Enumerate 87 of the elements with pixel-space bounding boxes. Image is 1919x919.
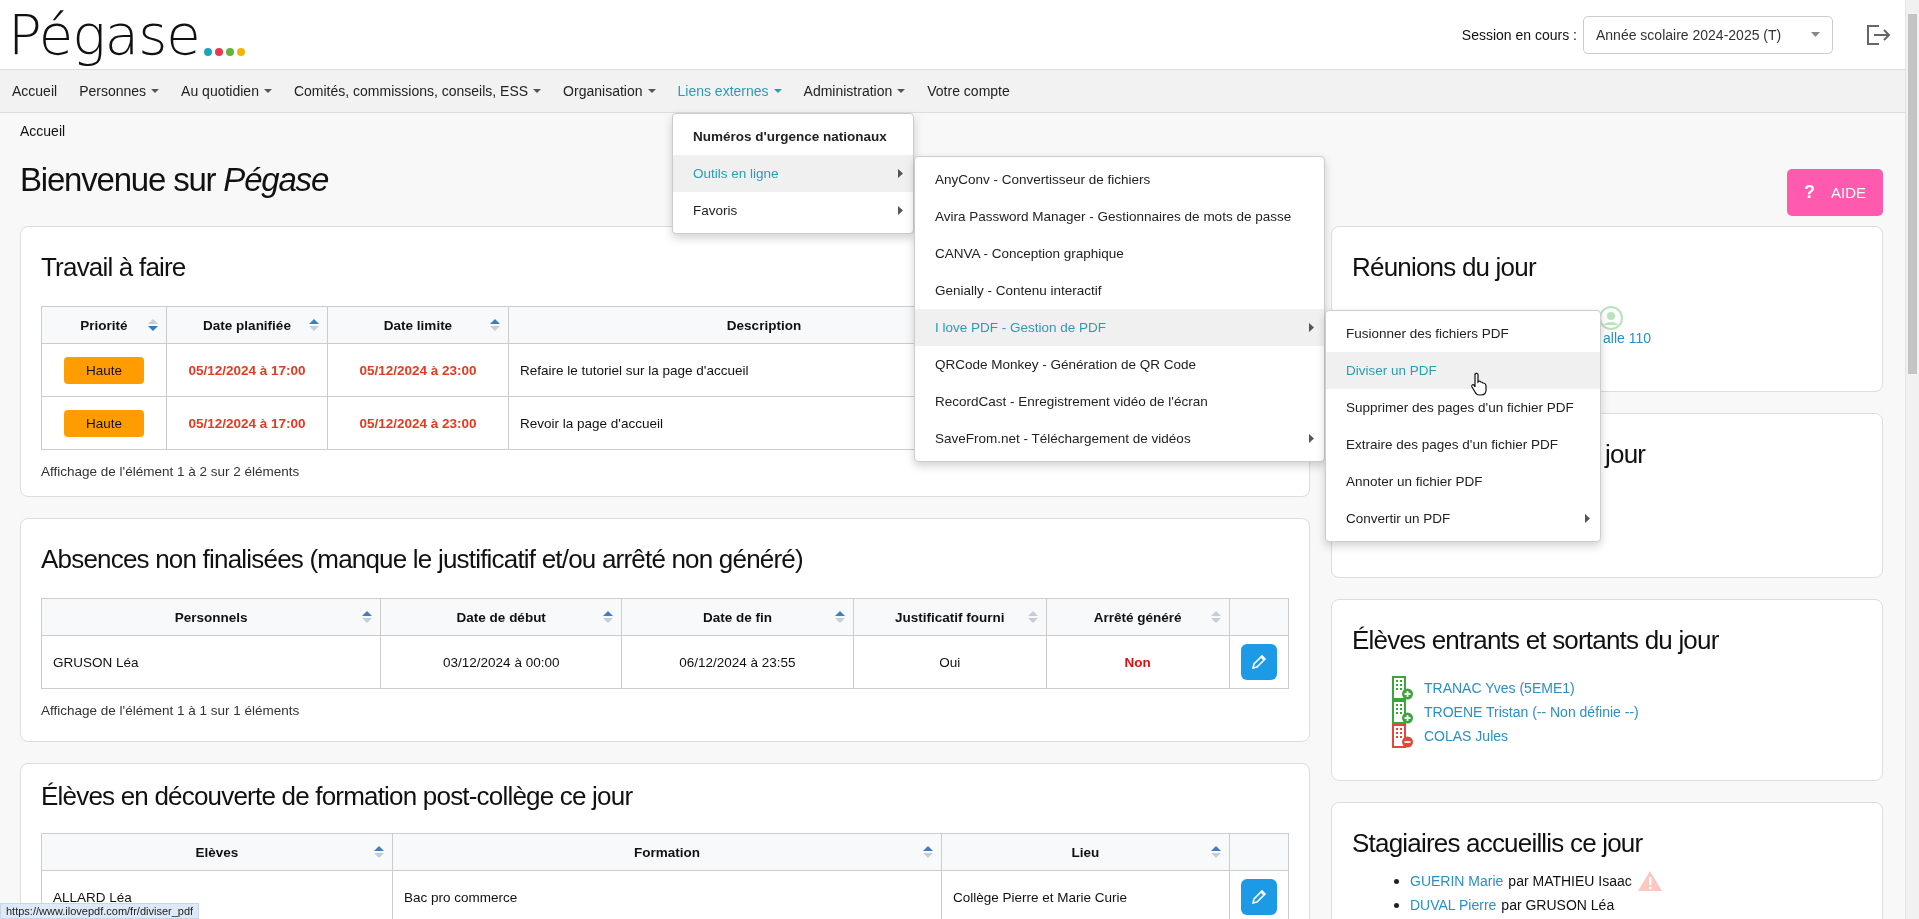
table-cell: Oui [853, 635, 1046, 689]
column-header[interactable]: Date de début [380, 598, 622, 636]
nav-menu-item[interactable]: Comités, commissions, conseils, ESS [282, 83, 553, 99]
meeting-link[interactable]: alle 110 [1603, 330, 1651, 346]
student-link[interactable]: TROENE Tristan (-- Non définie --) [1424, 704, 1639, 720]
table-info: Affichage de l'élément 1 à 2 sur 2 éléments [41, 464, 301, 479]
sort-icon[interactable] [374, 846, 384, 858]
status-bar: https://www.ilovepdf.com/fr/diviser_pdf [0, 903, 200, 919]
table-cell: GRUSON Léa [41, 635, 381, 689]
nav-menu-item[interactable]: Votre compte [916, 83, 1021, 99]
pencil-icon [1250, 888, 1268, 906]
building-minus-icon [1392, 724, 1414, 748]
student-link[interactable]: TRANAC Yves (5EME1) [1424, 680, 1575, 696]
nav-menu-item[interactable]: Personnes [68, 83, 171, 99]
priority-badge: Haute [64, 356, 144, 384]
column-header[interactable]: Elèves [41, 833, 393, 871]
tutor-text: par GRUSON Léa [1501, 897, 1615, 913]
menu-item[interactable]: Annoter un fichier PDF [1326, 463, 1600, 500]
logo-dots-icon [202, 46, 247, 57]
nav-menu-item[interactable]: Organisation [552, 83, 667, 99]
sort-icon[interactable] [923, 846, 933, 858]
card-title: Stagiaires accueillis ce jour [1352, 827, 1643, 860]
column-header[interactable]: Lieu [941, 833, 1230, 871]
column-header[interactable]: Date de fin [621, 598, 854, 636]
column-header[interactable]: Personnels [41, 598, 381, 636]
card-title: Travail à faire [41, 251, 186, 284]
column-header[interactable]: Arrêté généré [1046, 598, 1230, 636]
menu-item[interactable]: Extraire des pages d'un fichier PDF [1326, 426, 1600, 463]
sort-icon[interactable] [1211, 846, 1221, 858]
menu-item[interactable]: Genially - Contenu interactif [915, 272, 1324, 309]
menu-item[interactable]: CANVA - Conception graphique [915, 235, 1324, 272]
card-title: Absences non finalisées (manque le justificatif et/ou arrêté non généré) [41, 543, 803, 576]
sort-icon[interactable] [834, 611, 845, 623]
building-plus-icon [1392, 676, 1414, 700]
priority-badge: Haute [64, 409, 144, 437]
user-icon [1599, 306, 1623, 330]
logout-icon[interactable] [1865, 22, 1891, 47]
table-cell: 05/12/2024 à 23:00 [327, 396, 509, 450]
column-header[interactable]: Priorité [41, 306, 167, 344]
table-info: Affichage de l'élément 1 à 1 sur 1 éléments [41, 703, 301, 718]
page-title: Bienvenue sur Pégase [20, 161, 329, 199]
table-cell: 05/12/2024 à 17:00 [166, 396, 328, 450]
nav-menu-item[interactable]: Accueil [1, 83, 69, 99]
bullet-icon [1394, 902, 1399, 908]
column-header[interactable]: Date limite [327, 306, 509, 344]
table-cell: Non [1046, 635, 1230, 689]
sort-icon[interactable] [490, 319, 500, 331]
sort-icon[interactable] [362, 611, 373, 623]
caret-icon [1811, 32, 1820, 37]
column-header[interactable]: Date planifiée [166, 306, 328, 344]
trainee-link[interactable]: GUERIN Marie [1410, 873, 1504, 889]
edit-button[interactable] [1241, 879, 1277, 915]
sort-icon[interactable] [148, 319, 158, 331]
scrollbar[interactable] [1905, 0, 1919, 919]
sort-icon[interactable] [309, 319, 319, 331]
menu-item[interactable]: Avira Password Manager - Gestionnaires de mots de passe [915, 198, 1324, 235]
session-select[interactable]: Année scolaire 2024-2025 (T) [1583, 15, 1833, 54]
bullet-icon [1394, 878, 1399, 884]
logo: Pégase [8, 2, 200, 67]
column-header[interactable]: Justificatif fourni [853, 598, 1046, 636]
menu-item[interactable]: Favoris [673, 192, 913, 229]
trainee-link[interactable]: DUVAL Pierre [1410, 897, 1497, 913]
column-header[interactable]: Formation [392, 833, 942, 871]
nav-menu-item[interactable]: Administration [792, 83, 917, 99]
pencil-icon [1249, 653, 1268, 671]
menu-item[interactable]: AnyConv - Convertisseur de fichiers [915, 161, 1324, 198]
table-cell: 03/12/2024 à 00:00 [380, 635, 622, 689]
card-title: jour [1605, 438, 1646, 471]
card-title: Élèves entrants et sortants du jour [1352, 624, 1719, 657]
card-title: Réunions du jour [1352, 251, 1536, 284]
card-title: Élèves en découverte de formation post-collège ce jour [41, 780, 633, 813]
session-label: Session en cours : [1461, 26, 1577, 43]
edit-button[interactable] [1240, 644, 1277, 680]
tutor-text: par MATHIEU Isaac [1508, 873, 1632, 889]
hand-cursor-icon [1470, 372, 1488, 396]
breadcrumb[interactable]: Accueil [20, 123, 66, 149]
table-cell: 05/12/2024 à 23:00 [327, 343, 509, 397]
nav-menu-item[interactable]: Au quotidien [170, 83, 283, 99]
menu-item[interactable]: Numéros d'urgence nationaux [673, 118, 913, 155]
sort-icon[interactable] [603, 611, 614, 623]
building-plus-icon [1392, 700, 1414, 724]
table-cell: 05/12/2024 à 17:00 [166, 343, 328, 397]
menu-item[interactable]: Supprimer des pages d'un fichier PDF [1326, 389, 1600, 426]
student-link[interactable]: COLAS Jules [1424, 728, 1509, 744]
menu-item[interactable]: Fusionner des fichiers PDF [1326, 315, 1600, 352]
menu-item[interactable]: Convertir un PDF [1326, 500, 1600, 537]
table-cell: 06/12/2024 à 23:55 [621, 635, 854, 689]
